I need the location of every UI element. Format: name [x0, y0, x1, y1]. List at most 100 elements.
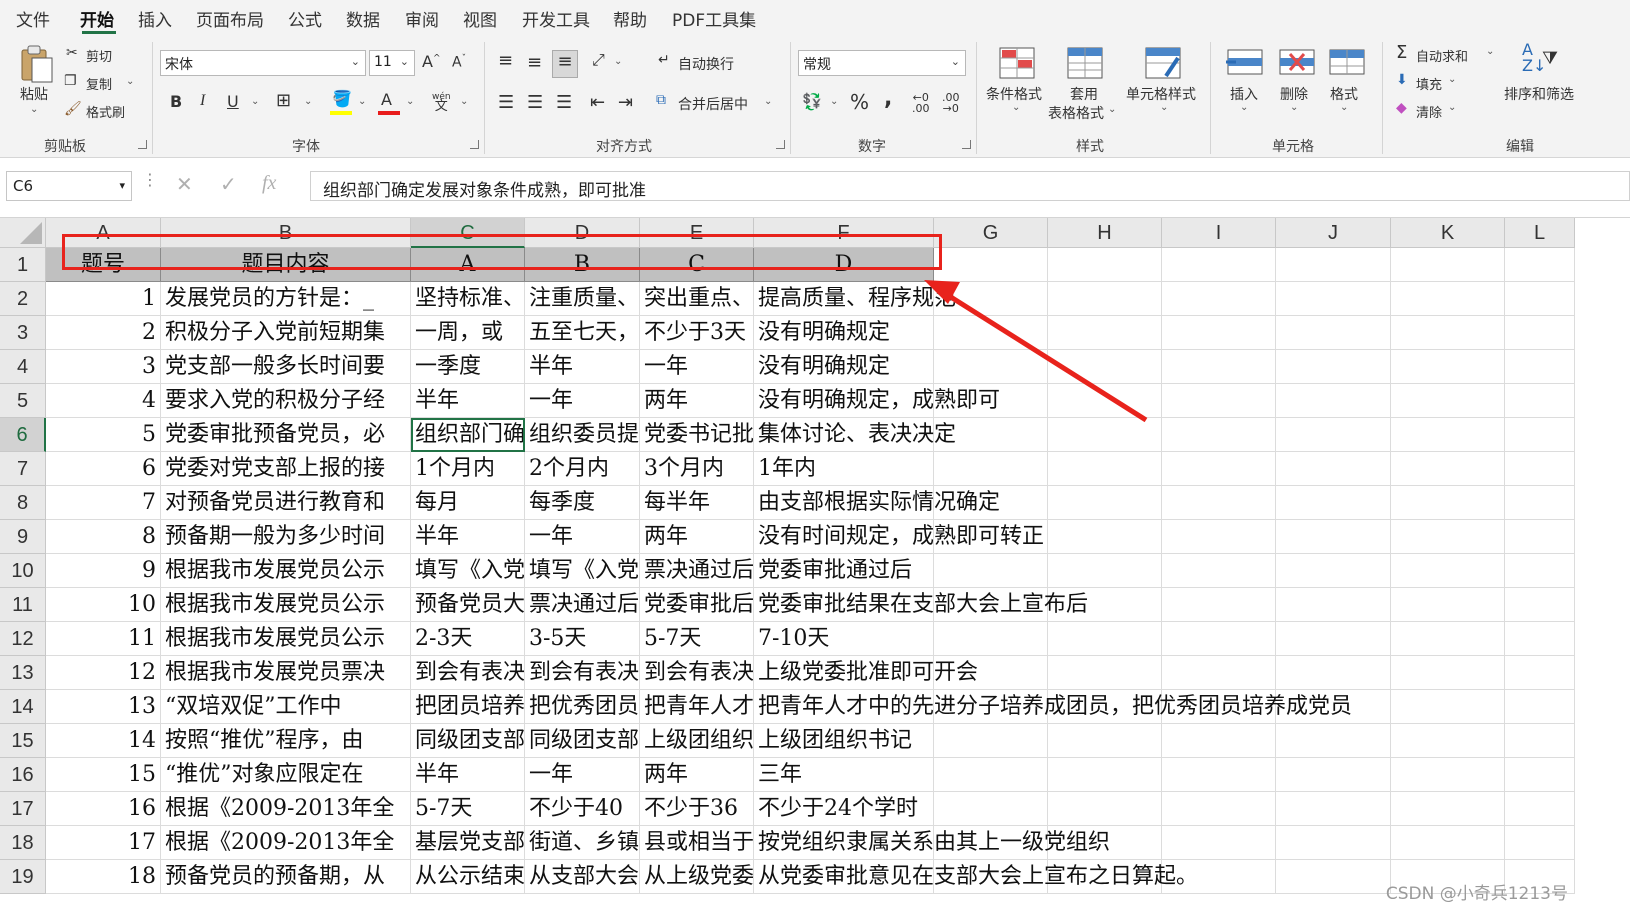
table-cell[interactable]: 把青年人才	[640, 690, 754, 724]
empty-cell[interactable]	[1162, 724, 1276, 758]
row-header[interactable]: 2	[0, 282, 46, 316]
table-cell[interactable]: 3-5天	[525, 622, 640, 656]
empty-cell[interactable]	[1505, 826, 1575, 860]
table-cell[interactable]: 票决通过后	[525, 588, 640, 622]
empty-cell[interactable]	[1276, 384, 1391, 418]
table-cell[interactable]: 1个月内	[411, 452, 525, 486]
row-header[interactable]: 4	[0, 350, 46, 384]
row-header[interactable]: 17	[0, 792, 46, 826]
table-cell[interactable]: 把优秀团员	[525, 690, 640, 724]
header-cell[interactable]: 题号	[46, 248, 161, 282]
table-cell[interactable]: 党委审批后	[640, 588, 754, 622]
table-cell[interactable]: 党委书记批	[640, 418, 754, 452]
select-all-button[interactable]	[0, 218, 46, 248]
table-cell[interactable]: 一季度	[411, 350, 525, 384]
row-header[interactable]: 6	[0, 418, 46, 452]
increase-font-icon[interactable]: A^	[422, 52, 441, 71]
orientation-icon[interactable]: ⤢	[592, 50, 605, 70]
empty-cell[interactable]	[1505, 690, 1575, 724]
empty-cell[interactable]	[1048, 520, 1162, 554]
row-header[interactable]: 9	[0, 520, 46, 554]
empty-cell[interactable]	[1276, 316, 1391, 350]
empty-cell[interactable]	[1162, 282, 1276, 316]
increase-indent-icon[interactable]: ⇥	[618, 92, 633, 113]
menu-pdf-tools[interactable]: PDF工具集	[672, 6, 756, 31]
column-header[interactable]: F	[754, 218, 934, 248]
chevron-down-icon[interactable]: ⌄	[406, 96, 414, 107]
table-format-button-line2[interactable]: 表格格式	[1048, 103, 1104, 123]
underline-button[interactable]: U	[227, 92, 239, 111]
empty-cell[interactable]	[1505, 758, 1575, 792]
table-cell[interactable]: 组织委员提	[525, 418, 640, 452]
delete-cells-button[interactable]: 删除	[1280, 84, 1308, 104]
empty-cell[interactable]	[1391, 316, 1505, 350]
phonetic-button[interactable]: wén 文	[432, 92, 451, 113]
table-cell[interactable]: 2-3天	[411, 622, 525, 656]
table-cell[interactable]: 半年	[411, 520, 525, 554]
table-cell[interactable]: 对预备党员进行教育和	[161, 486, 411, 520]
format-cells-button[interactable]: 格式	[1330, 84, 1358, 104]
question-number-cell[interactable]: 9	[46, 554, 161, 588]
empty-cell[interactable]	[1048, 792, 1162, 826]
question-number-cell[interactable]: 5	[46, 418, 161, 452]
decrease-font-icon[interactable]: Aˇ	[452, 54, 466, 71]
formula-input[interactable]: 组织部门确定发展对象条件成熟，即可批准	[310, 171, 1630, 201]
menu-help[interactable]: 帮助	[613, 6, 647, 31]
column-header[interactable]: J	[1276, 218, 1391, 248]
chevron-down-icon[interactable]: ⌄	[1290, 102, 1298, 113]
empty-cell[interactable]	[1162, 452, 1276, 486]
table-cell[interactable]: 一年	[525, 384, 640, 418]
column-header[interactable]: B	[161, 218, 411, 248]
table-cell[interactable]: 没有明确规定	[754, 316, 934, 350]
table-cell[interactable]: 党委审批预备党员，必	[161, 418, 411, 452]
empty-cell[interactable]	[1276, 452, 1391, 486]
table-cell[interactable]: 县或相当于	[640, 826, 754, 860]
question-number-cell[interactable]: 6	[46, 452, 161, 486]
table-cell[interactable]: 没有明确规定，成熟即可	[754, 384, 1000, 418]
question-number-cell[interactable]: 1	[46, 282, 161, 316]
empty-cell[interactable]	[1505, 588, 1575, 622]
table-cell[interactable]: 基层党支部	[411, 826, 525, 860]
table-cell[interactable]: 两年	[640, 758, 754, 792]
accounting-format-icon[interactable]: 💱	[802, 92, 822, 111]
row-header[interactable]: 12	[0, 622, 46, 656]
borders-icon[interactable]: ⊞	[276, 90, 291, 111]
row-header[interactable]: 10	[0, 554, 46, 588]
empty-cell[interactable]	[1505, 724, 1575, 758]
empty-cell[interactable]	[1391, 792, 1505, 826]
empty-cell[interactable]	[1505, 316, 1575, 350]
increase-decimal-icon[interactable]: ←0.00	[912, 92, 930, 114]
table-cell[interactable]: “双培双促”工作中	[161, 690, 411, 724]
table-cell[interactable]: 注重质量、	[525, 282, 640, 316]
table-cell[interactable]: 到会有表决	[411, 656, 525, 690]
table-cell[interactable]: 根据我市发展党员公示	[161, 554, 411, 588]
table-cell[interactable]: 两年	[640, 384, 754, 418]
empty-cell[interactable]	[1162, 656, 1276, 690]
table-cell[interactable]: 党支部一般多长时间要	[161, 350, 411, 384]
empty-cell[interactable]	[1391, 826, 1505, 860]
chevron-down-icon[interactable]: ⌄	[460, 96, 468, 107]
copy-dropdown-icon[interactable]: ⌄	[126, 76, 134, 87]
empty-cell[interactable]	[1276, 656, 1391, 690]
fill-button[interactable]: 填充	[1416, 74, 1442, 93]
table-cell[interactable]: 到会有表决	[640, 656, 754, 690]
menu-data[interactable]: 数据	[346, 6, 380, 31]
row-header[interactable]: 14	[0, 690, 46, 724]
italic-button[interactable]: I	[200, 92, 205, 110]
table-cell[interactable]: 突出重点、	[640, 282, 754, 316]
table-cell[interactable]: 预备党员的预备期，从	[161, 860, 411, 894]
table-cell[interactable]: 五至七天，	[525, 316, 640, 350]
menu-developer[interactable]: 开发工具	[522, 6, 590, 31]
table-cell[interactable]: 3个月内	[640, 452, 754, 486]
row-header[interactable]: 8	[0, 486, 46, 520]
chevron-down-icon[interactable]: ⌄	[830, 96, 838, 107]
table-format-button-line1[interactable]: 套用	[1070, 84, 1098, 104]
empty-cell[interactable]	[934, 316, 1048, 350]
table-cell[interactable]: 根据我市发展党员公示	[161, 622, 411, 656]
align-right-icon[interactable]: ☰	[556, 92, 572, 113]
table-cell[interactable]: 一年	[640, 350, 754, 384]
empty-cell[interactable]	[1276, 520, 1391, 554]
table-cell[interactable]: 同级团支部	[411, 724, 525, 758]
merge-center-button[interactable]: 合并后居中	[678, 94, 748, 114]
empty-cell[interactable]	[1162, 554, 1276, 588]
